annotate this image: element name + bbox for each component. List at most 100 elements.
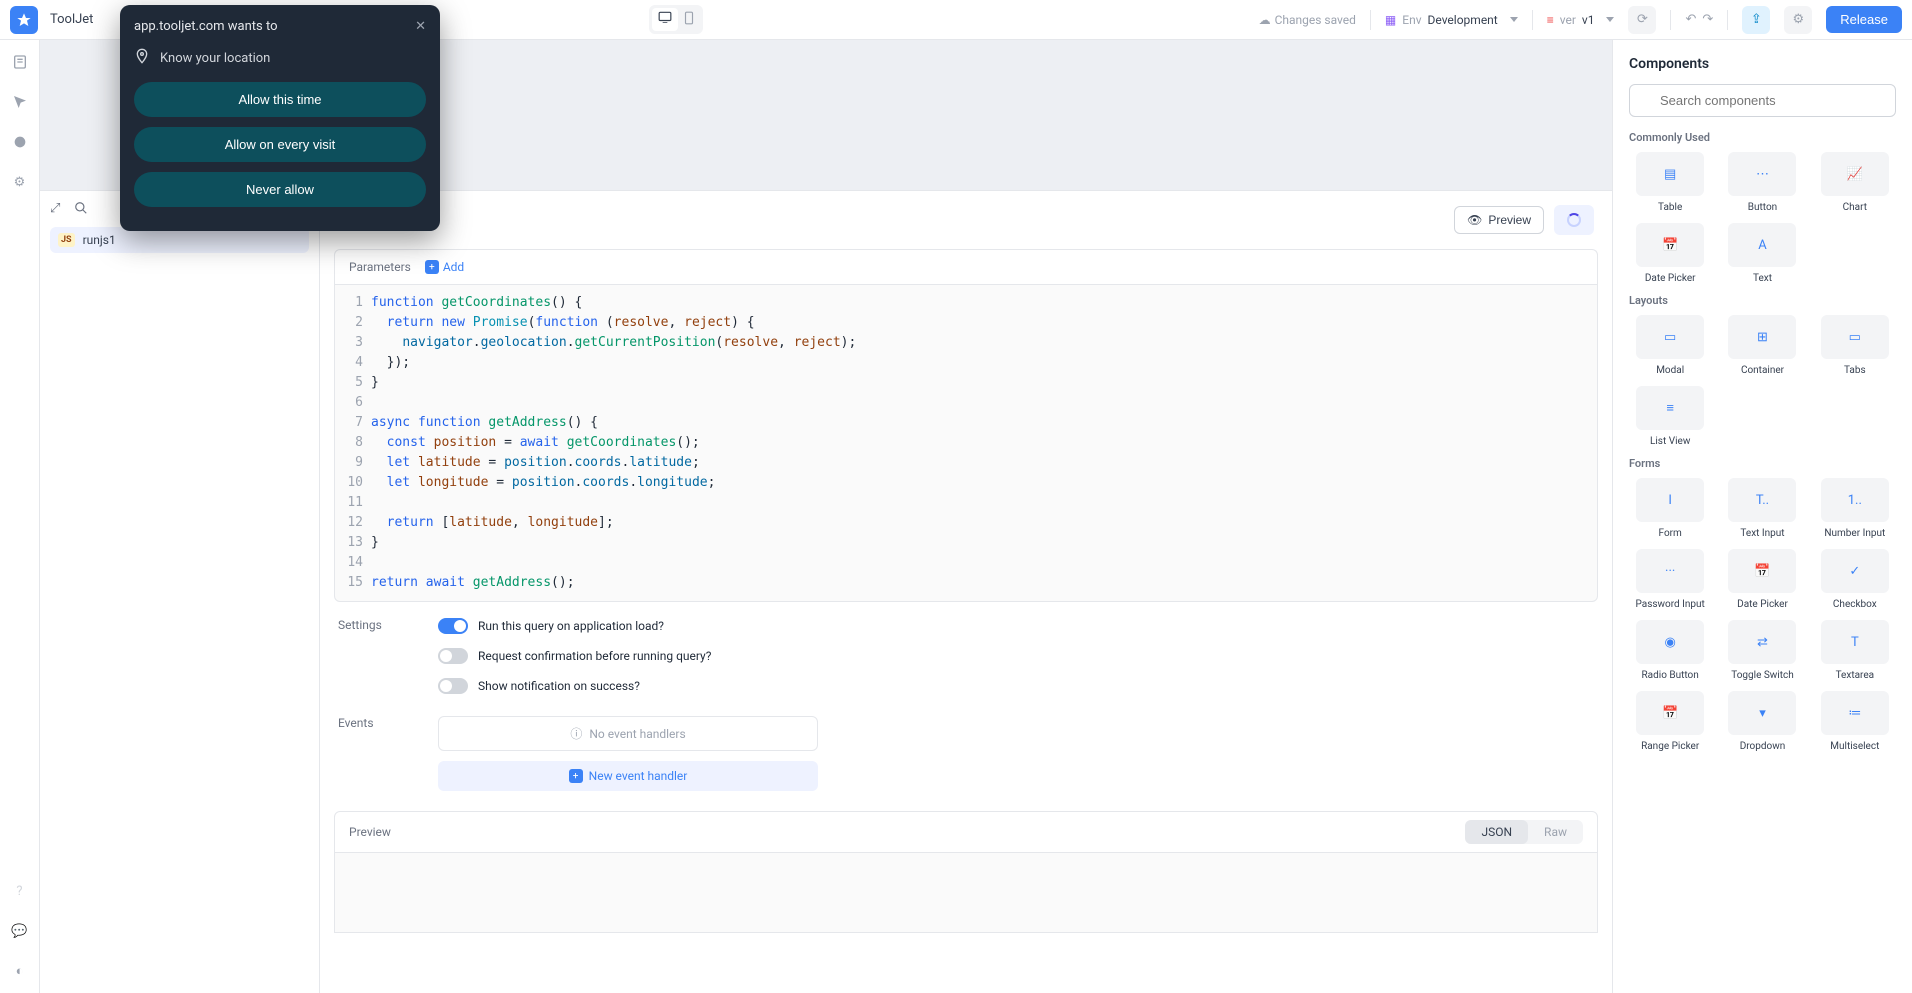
component-label: Button [1748,202,1777,213]
app-logo[interactable] [10,6,38,34]
plus-icon: + [425,260,439,274]
plus-icon: + [569,769,583,783]
component-date-picker[interactable]: 📅Date Picker [1721,549,1803,610]
app-name: ToolJet [50,12,93,27]
component-multiselect[interactable]: ≔Multiselect [1814,691,1896,752]
component-toggle-switch[interactable]: ⇄ Toggle Switch [1721,620,1803,681]
setting-toggle[interactable] [438,618,468,634]
component-icon: ▭ [1821,315,1889,359]
preview-content [334,853,1598,933]
component-list-view[interactable]: ≡List View [1629,386,1711,447]
component-label: Container [1741,365,1784,376]
component-icon: T [1821,620,1889,664]
component-icon: 📈 [1821,152,1889,196]
component-label: Tabs [1844,365,1866,376]
env-selector[interactable]: ▦ Env Development [1385,13,1518,27]
settings-icon[interactable]: ⚙ [1784,6,1812,34]
pages-icon[interactable] [10,52,30,72]
component-checkbox[interactable]: ✓Checkbox [1814,549,1896,610]
version-selector[interactable]: ≡ ver v1 [1547,13,1615,27]
device-desktop-icon[interactable] [652,8,678,31]
setting-toggle[interactable] [438,678,468,694]
location-icon [134,48,150,68]
allow-once-button[interactable]: Allow this time [134,82,426,117]
search-icon[interactable] [74,201,90,217]
setting-label: Show notification on success? [478,679,640,693]
tab-raw[interactable]: Raw [1528,820,1583,844]
collapse-icon[interactable]: ⤢ [50,201,66,217]
permission-title: app.tooljet.com wants to [134,19,278,34]
chevron-down-icon [1606,17,1614,22]
add-parameter-button[interactable]: + Add [425,260,464,274]
new-event-handler-button[interactable]: + New event handler [438,761,818,791]
component-button[interactable]: ⋯Button [1721,152,1803,213]
query-sidebar: ⤢ JS runjs1 [40,191,320,993]
component-radio-button[interactable]: ◉Radio Button [1629,620,1711,681]
setting-toggle[interactable] [438,648,468,664]
search-components-input[interactable] [1629,84,1896,117]
redo-icon[interactable]: ↷ [1702,12,1713,27]
component-label: Toggle Switch [1731,670,1794,681]
component-form[interactable]: IForm [1629,478,1711,539]
component-range-picker[interactable]: 📅Range Picker [1629,691,1711,752]
run-button[interactable] [1554,205,1594,235]
component-label: Text Input [1740,528,1784,539]
component-dropdown[interactable]: ▾ Dropdown [1721,691,1803,752]
code-editor[interactable]: 123456789101112131415 function getCoordi… [334,284,1598,602]
undo-icon[interactable]: ↶ [1685,12,1696,27]
component-icon: A [1728,223,1796,267]
component-icon: ✓ [1821,549,1889,593]
device-mobile-icon[interactable] [678,8,700,31]
component-textarea[interactable]: T Textarea [1814,620,1896,681]
comment-icon[interactable]: 💬 [10,921,30,941]
component-label: Date Picker [1645,273,1696,284]
tab-json[interactable]: JSON [1465,820,1528,844]
component-text[interactable]: A Text [1721,223,1803,284]
component-number-input[interactable]: 1.. Number Input [1814,478,1896,539]
sync-icon[interactable]: ⟳ [1628,6,1656,34]
component-chart[interactable]: 📈Chart [1814,152,1896,213]
component-table[interactable]: ▤Table [1629,152,1711,213]
allow-always-button[interactable]: Allow on every visit [134,127,426,162]
component-password-input[interactable]: ···Password Input [1629,549,1711,610]
component-label: Dropdown [1740,741,1786,752]
eye-icon: 👁 [1467,213,1482,227]
component-icon: T.. [1728,478,1796,522]
events-label: Events [338,716,398,791]
parameters-row: Parameters + Add [334,249,1598,284]
inspect-icon[interactable] [10,92,30,112]
section-label: Forms [1629,457,1896,470]
component-container[interactable]: ⊞Container [1721,315,1803,376]
permission-popup: app.tooljet.com wants to ✕ Know your loc… [120,5,440,231]
help-icon[interactable]: ? [10,881,30,901]
component-icon: 1.. [1821,478,1889,522]
layers-icon: ≡ [1547,13,1554,27]
components-title: Components [1629,56,1896,72]
never-allow-button[interactable]: Never allow [134,172,426,207]
release-button[interactable]: Release [1826,6,1902,33]
component-icon: ▾ [1728,691,1796,735]
component-date-picker[interactable]: 📅Date Picker [1629,223,1711,284]
component-label: Number Input [1824,528,1885,539]
component-icon: ▤ [1636,152,1704,196]
theme-icon[interactable]: ◐ [10,961,30,981]
close-icon[interactable]: ✕ [415,19,426,34]
component-label: Text [1753,273,1772,284]
component-label: Form [1659,528,1682,539]
settings-label: Settings [338,618,398,694]
component-modal[interactable]: ▭Modal [1629,315,1711,376]
component-label: Textarea [1836,670,1875,681]
component-tabs[interactable]: ▭ Tabs [1814,315,1896,376]
left-rail: ⚙ ? 💬 ◐ [0,40,40,993]
component-icon: ≡ [1636,386,1704,430]
debug-icon[interactable] [10,132,30,152]
component-icon: ⇄ [1728,620,1796,664]
loading-spinner-icon [1567,213,1581,227]
share-icon[interactable]: ⇪ [1742,6,1770,34]
component-text-input[interactable]: T.. Text Input [1721,478,1803,539]
component-label: Date Picker [1737,599,1788,610]
component-label: Range Picker [1641,741,1699,752]
preview-button[interactable]: 👁 Preview [1454,206,1544,234]
gear-icon[interactable]: ⚙ [10,172,30,192]
component-label: Radio Button [1642,670,1699,681]
